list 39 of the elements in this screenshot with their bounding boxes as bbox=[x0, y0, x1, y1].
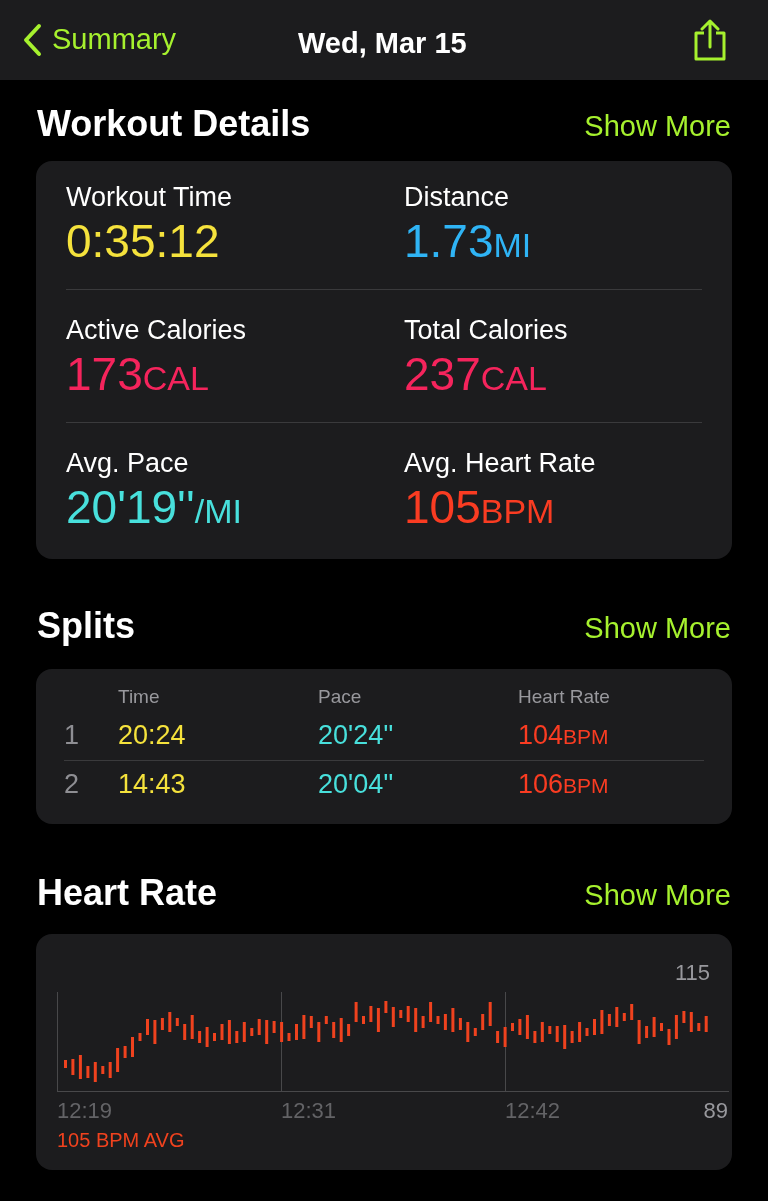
show-more-link[interactable]: Show More bbox=[584, 607, 731, 651]
average-label: 105 BPM AVG bbox=[57, 1127, 185, 1153]
metric-label: Avg. Heart Rate bbox=[404, 447, 597, 480]
axis-max-label: 115 bbox=[674, 958, 710, 987]
split-number: 2 bbox=[64, 767, 81, 801]
section-title: Workout Details bbox=[37, 102, 311, 146]
metric-label: Distance bbox=[404, 181, 511, 214]
metric-value: 0:35:12 bbox=[66, 215, 221, 267]
metric-value: 1.73MI bbox=[404, 215, 533, 269]
metric-label: Avg. Pace bbox=[66, 447, 190, 480]
split-heart-rate: 104BPM bbox=[518, 719, 610, 753]
metric-value: 237CAL bbox=[404, 348, 548, 402]
axis-min-label: 89 bbox=[703, 1096, 728, 1125]
column-header: Time bbox=[118, 685, 161, 709]
show-more-link[interactable]: Show More bbox=[584, 105, 731, 149]
metric-value: 20'19''/MI bbox=[66, 481, 243, 535]
split-number: 1 bbox=[64, 719, 81, 753]
time-axis-label: 12:42 bbox=[505, 1096, 561, 1125]
metric-value: 173CAL bbox=[66, 348, 210, 402]
share-icon[interactable] bbox=[692, 19, 728, 61]
split-pace: 20'04'' bbox=[318, 767, 395, 801]
split-heart-rate: 106BPM bbox=[518, 767, 610, 801]
chevron-left-icon bbox=[22, 23, 42, 57]
split-pace: 20'24'' bbox=[318, 719, 395, 753]
metric-label: Active Calories bbox=[66, 314, 248, 347]
section-title: Splits bbox=[37, 604, 135, 648]
section-title: Heart Rate bbox=[37, 870, 218, 915]
metric-label: Workout Time bbox=[66, 181, 234, 214]
nav-title: Wed, Mar 15 bbox=[298, 26, 467, 61]
column-header: Heart Rate bbox=[518, 685, 611, 709]
back-link[interactable]: Summary bbox=[22, 18, 177, 62]
metric-label: Total Calories bbox=[404, 314, 569, 347]
metric-value: 105BPM bbox=[404, 481, 556, 535]
split-time: 20:24 bbox=[118, 719, 187, 753]
show-more-link[interactable]: Show More bbox=[584, 873, 731, 917]
time-axis-label: 12:19 bbox=[57, 1096, 113, 1125]
time-axis-label: 12:31 bbox=[281, 1096, 337, 1125]
split-time: 14:43 bbox=[118, 767, 187, 801]
column-header: Pace bbox=[318, 685, 363, 709]
